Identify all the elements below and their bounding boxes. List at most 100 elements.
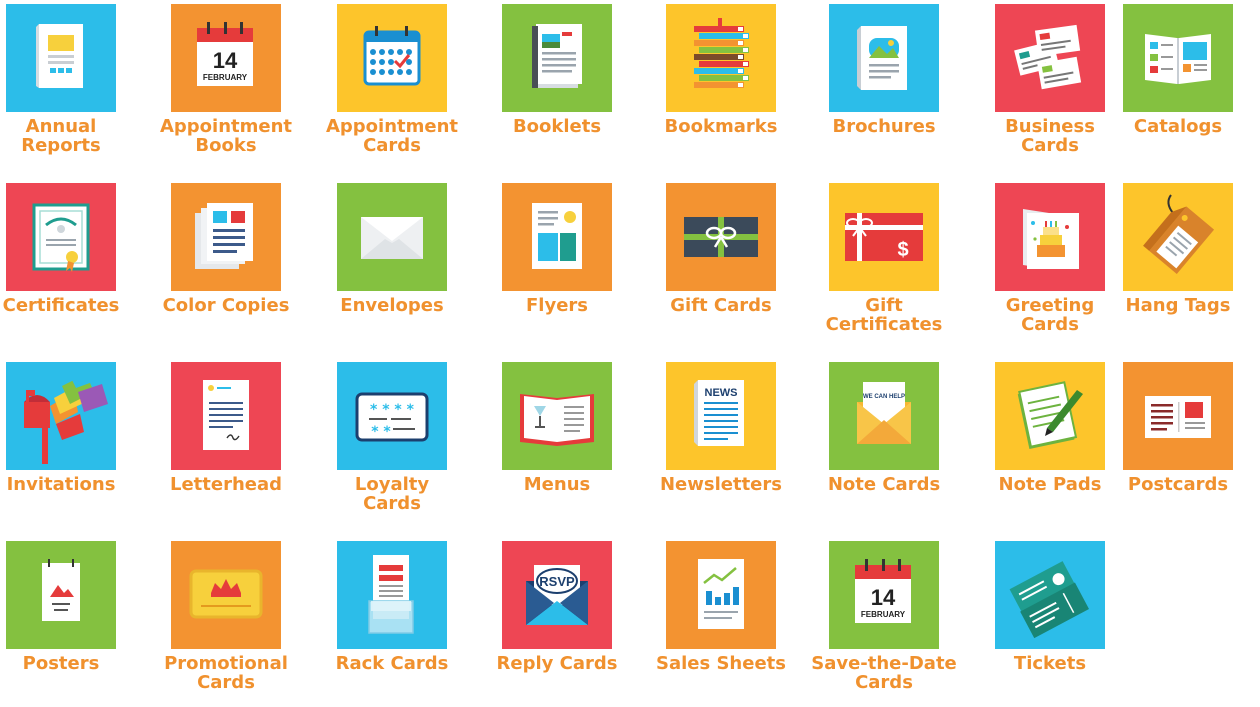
product-label-line: Menus: [523, 474, 591, 495]
product-tile-posters[interactable]: Posters: [0, 537, 143, 707]
product-label-line: Reports: [21, 135, 101, 156]
product-label-line: Postcards: [1127, 474, 1229, 495]
product-tile-booklets[interactable]: Booklets: [475, 0, 639, 170]
product-label: Loyalty Cards: [310, 475, 474, 513]
product-tile-letterhead[interactable]: Letterhead: [144, 358, 308, 528]
calendar-month: FEBRUARY: [203, 73, 248, 82]
product-tile-note-cards[interactable]: WE CAN HELP Note Cards: [802, 358, 966, 528]
product-label: Tickets: [968, 654, 1132, 673]
business-cards-icon: [995, 4, 1105, 112]
product-tile-promotional-cards[interactable]: Promotional Cards: [144, 537, 308, 707]
product-label: Rack Cards: [310, 654, 474, 673]
rsvp-badge: RSVP: [539, 574, 575, 589]
svg-text:* *: * *: [371, 424, 391, 440]
product-tile-save-the-date-cards[interactable]: 14 FEBRUARY Save-the-Date Cards: [802, 537, 966, 707]
product-label-line: Gift Cards: [670, 295, 772, 316]
sales-sheet-icon: [666, 541, 776, 649]
product-label: Appointment Books: [144, 117, 308, 155]
poster-icon: [6, 541, 116, 649]
product-label-line: Certificates: [825, 314, 943, 335]
product-tile-color-copies[interactable]: Color Copies: [144, 179, 308, 349]
product-tile-certificates[interactable]: Certificates: [0, 179, 143, 349]
envelope-icon: [337, 183, 447, 291]
product-label-line: Catalogs: [1133, 116, 1223, 137]
postcard-icon: [1123, 362, 1233, 470]
product-label-line: Sales Sheets: [656, 653, 786, 674]
menu-icon: [502, 362, 612, 470]
product-tile-rack-cards[interactable]: Rack Cards: [310, 537, 474, 707]
product-tile-gift-certificates[interactable]: $ Gift Certificates: [802, 179, 966, 349]
product-label: Sales Sheets: [639, 654, 803, 673]
product-tile-gift-cards[interactable]: Gift Cards: [639, 179, 803, 349]
calendar-date-icon: 14 FEBRUARY: [171, 4, 281, 112]
product-label-line: Bookmarks: [664, 116, 778, 137]
product-label: Annual Reports: [0, 117, 143, 155]
product-label-line: Promotional: [164, 653, 288, 674]
product-label: Posters: [0, 654, 143, 673]
product-label: Flyers: [475, 296, 639, 315]
calendar-day: 14: [213, 48, 238, 73]
product-label-line: Cards: [363, 135, 421, 156]
product-tile-loyalty-cards[interactable]: * * * * * * Loyalty Cards: [310, 358, 474, 528]
product-label: Envelopes: [310, 296, 474, 315]
catalog-icon: [1123, 4, 1233, 112]
product-label-line: Reply Cards: [496, 653, 618, 674]
product-label-line: Brochures: [832, 116, 936, 137]
product-label-line: Flyers: [526, 295, 588, 316]
product-label-line: Invitations: [6, 474, 116, 495]
product-tile-reply-cards[interactable]: RSVP Reply Cards: [475, 537, 639, 707]
rsvp-icon: RSVP: [502, 541, 612, 649]
product-tile-brochures[interactable]: Brochures: [802, 0, 966, 170]
product-label-line: Annual: [25, 116, 97, 137]
product-tile-bookmarks[interactable]: Bookmarks: [639, 0, 803, 170]
product-label-line: Loyalty: [354, 474, 430, 495]
letterhead-icon: [171, 362, 281, 470]
product-label-line: Cards: [197, 672, 255, 693]
product-tile-appointment-cards[interactable]: Appointment Cards: [310, 0, 474, 170]
product-tile-postcards[interactable]: Postcards: [1096, 358, 1260, 528]
product-tile-flyers[interactable]: Flyers: [475, 179, 639, 349]
product-label-line: Gift: [865, 295, 903, 316]
product-tile-invitations[interactable]: Invitations: [0, 358, 143, 528]
product-label-line: Appointment: [325, 116, 459, 137]
product-label: Certificates: [0, 296, 143, 315]
note-card-text: WE CAN HELP: [863, 394, 905, 400]
product-label-line: Booklets: [512, 116, 602, 137]
product-tile-appointment-books[interactable]: 14 FEBRUARY Appointment Books: [144, 0, 308, 170]
product-label-line: Letterhead: [169, 474, 283, 495]
calendar-date-icon: 14 FEBRUARY: [829, 541, 939, 649]
product-tile-menus[interactable]: Menus: [475, 358, 639, 528]
calendar-check-icon: [337, 4, 447, 112]
product-tile-tickets[interactable]: Tickets: [968, 537, 1132, 707]
product-tile-envelopes[interactable]: Envelopes: [310, 179, 474, 349]
product-tile-annual-reports[interactable]: Annual Reports: [0, 0, 143, 170]
certificate-icon: [6, 183, 116, 291]
mailbox-icon: [6, 362, 116, 470]
brochure-icon: [829, 4, 939, 112]
product-label: Booklets: [475, 117, 639, 136]
note-card-icon: WE CAN HELP: [829, 362, 939, 470]
product-label-line: Cards: [855, 672, 913, 693]
product-label: Gift Cards: [639, 296, 803, 315]
product-label: Brochures: [802, 117, 966, 136]
product-label: Reply Cards: [475, 654, 639, 673]
product-label-line: Color Copies: [162, 295, 290, 316]
product-label: Color Copies: [144, 296, 308, 315]
product-label-line: Certificates: [2, 295, 120, 316]
gift-card-icon: [666, 183, 776, 291]
product-label: Newsletters: [639, 475, 803, 494]
product-tile-hang-tags[interactable]: Hang Tags: [1096, 179, 1260, 349]
product-tile-sales-sheets[interactable]: Sales Sheets: [639, 537, 803, 707]
svg-text:* * * *: * * * *: [370, 402, 415, 418]
product-tile-newsletters[interactable]: NEWS Newsletters: [639, 358, 803, 528]
product-label: Appointment Cards: [310, 117, 474, 155]
promo-card-icon: [171, 541, 281, 649]
color-copies-icon: [171, 183, 281, 291]
product-label-line: Newsletters: [659, 474, 782, 495]
hang-tag-icon: [1123, 183, 1233, 291]
product-label-line: Cards: [363, 493, 421, 514]
note-pad-icon: [995, 362, 1105, 470]
product-tile-catalogs[interactable]: Catalogs: [1096, 0, 1260, 170]
gift-certificate-icon: $: [829, 183, 939, 291]
greeting-card-icon: [995, 183, 1105, 291]
